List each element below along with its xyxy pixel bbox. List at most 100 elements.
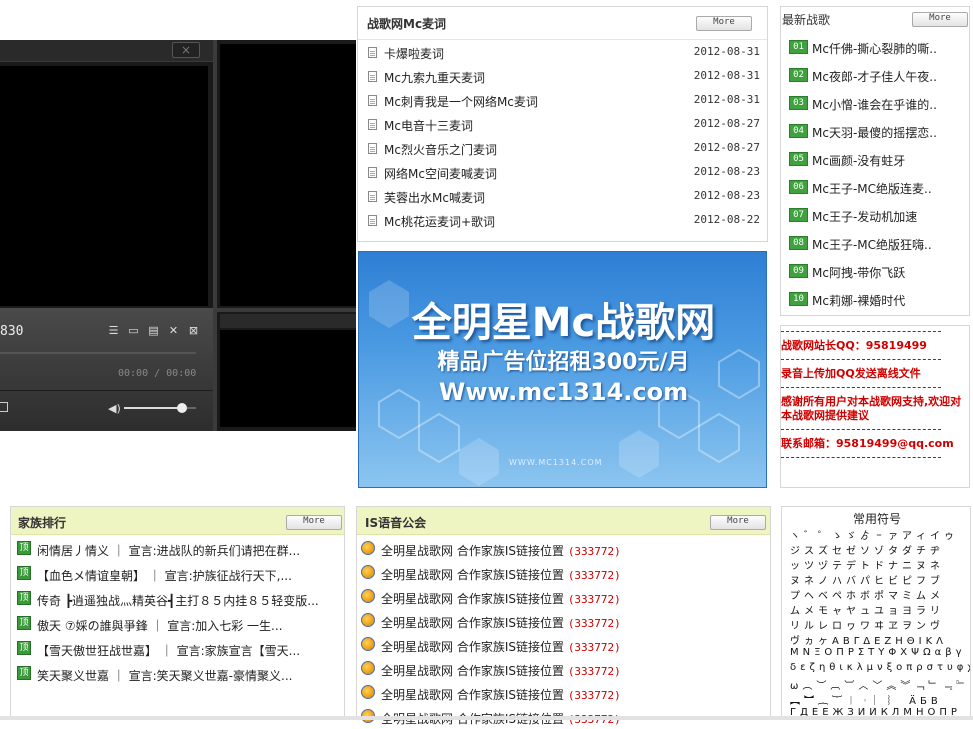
family-list-item[interactable]: 顶傲天 ⑦婇の誰與爭鋒 ｜ 宣言:加入七彩 一生... — [17, 612, 347, 637]
lyrics-list-item[interactable]: 卡爆啦麦词 2012-08-31 — [368, 41, 760, 65]
banner-url: Www.mc1314.com — [438, 378, 689, 406]
control-icons: ☰ ▭ ▤ ✕ ⊠ — [108, 325, 204, 339]
family-list-item[interactable]: 顶传奇 ┣逍遥独战灬精英谷┫主打８５内挂８５轻变版... — [17, 587, 347, 612]
family-item-text[interactable]: 【雪天傲世狂战世嘉】 ｜ 宣言:家族宣言【雪天... — [37, 642, 347, 659]
is-item-text[interactable]: 全明星战歌网 合作家族IS链接位置 (333772) — [381, 590, 621, 607]
latest-item-title[interactable]: Mc天羽-最傻的摇摆恋.. — [812, 124, 972, 141]
is-item-text[interactable]: 全明星战歌网 合作家族IS链接位置 (333772) — [381, 686, 621, 703]
lyrics-item-title[interactable]: Mc刺青我是一个网络Mc麦词 — [384, 93, 538, 110]
latest-list-item[interactable]: 06 Mc王子-MC绝版连麦.. — [789, 174, 969, 202]
exit-icon[interactable] — [0, 402, 8, 412]
lyrics-item-date: 2012-08-22 — [693, 213, 760, 226]
lyrics-item-date: 2012-08-31 — [693, 93, 760, 106]
is-list-item[interactable]: 全明星战歌网 合作家族IS链接位置 (333772) — [361, 609, 761, 633]
progress-track[interactable] — [0, 352, 196, 354]
latest-list-item[interactable]: 03 Mc小憎-谁会在乎谁的.. — [789, 90, 969, 118]
family-more-button[interactable]: More — [286, 515, 342, 530]
close-icon: × — [180, 43, 192, 57]
lyrics-list-item[interactable]: 网络Mc空间麦喊麦词 2012-08-23 — [368, 161, 760, 185]
tools-icon[interactable]: ✕ — [168, 325, 179, 336]
latest-more-button[interactable]: More — [912, 12, 968, 27]
latest-list-item[interactable]: 07 Mc王子-发动机加速 — [789, 202, 969, 230]
latest-item-title[interactable]: Mc莉娜-裸婚时代 — [812, 292, 972, 309]
latest-item-title[interactable]: Mc王子-发动机加速 — [812, 208, 972, 225]
contact-qq: 战歌网站长QQ：95819499 — [781, 339, 927, 352]
lyrics-list-item[interactable]: Mc电音十三麦词 2012-08-27 — [368, 113, 760, 137]
lyrics-item-title[interactable]: Mc桃花运麦词+歌词 — [384, 213, 495, 230]
family-item-text[interactable]: 傲天 ⑦婇の誰與爭鋒 ｜ 宣言:加入七彩 一生... — [37, 617, 347, 634]
latest-item-title[interactable]: Mc王子-MC绝版连麦.. — [812, 180, 972, 197]
is-list-item[interactable]: 全明星战歌网 合作家族IS链接位置 (333772) — [361, 585, 761, 609]
family-item-text[interactable]: 【血色メ情谊皇朝】 ｜ 宣言:护族征战行天下,... — [37, 567, 347, 584]
is-list-item[interactable]: 全明星战歌网 合作家族IS链接位置 (333772) — [361, 681, 761, 705]
is-item-text[interactable]: 全明星战歌网 合作家族IS链接位置 (333772) — [381, 662, 621, 679]
volume-knob[interactable] — [176, 403, 187, 413]
lyrics-item-title[interactable]: 网络Mc空间麦喊麦词 — [384, 165, 497, 182]
video-screen-bottom-right[interactable] — [220, 330, 356, 427]
lyrics-item-title[interactable]: Mc九索九重天麦词 — [384, 69, 485, 86]
document-icon[interactable]: ▤ — [148, 325, 159, 336]
latest-item-title[interactable]: Mc仟佛-撕心裂肺的嘶.. — [812, 40, 972, 57]
lyrics-item-title[interactable]: Mc电音十三麦词 — [384, 117, 473, 134]
latest-list-item[interactable]: 05 Mc画颜-没有蛀牙 — [789, 146, 969, 174]
latest-list-item[interactable]: 09 Mc阿拽-带你飞跃 — [789, 258, 969, 286]
playlist-icon[interactable]: ☰ — [108, 325, 119, 336]
lyrics-list-item[interactable]: Mc桃花运麦词+歌词 2012-08-22 — [368, 209, 760, 233]
is-item-code: (333772) — [567, 689, 621, 702]
screen-icon[interactable]: ▭ — [128, 325, 139, 336]
top-badge-icon: 顶 — [17, 591, 31, 605]
latest-item-title[interactable]: Mc夜郎-才子佳人午夜.. — [812, 68, 972, 85]
family-list-item[interactable]: 顶笑天聚义世嘉 ｜ 宣言:笑天聚义世嘉-豪情聚义... — [17, 662, 347, 687]
is-item-text[interactable]: 全明星战歌网 合作家族IS链接位置 (333772) — [381, 542, 621, 559]
rank-badge: 01 — [789, 40, 808, 54]
latest-list-item[interactable]: 10 Mc莉娜-裸婚时代 — [789, 286, 969, 314]
is-item-code: (333772) — [567, 569, 621, 582]
lyrics-list-item[interactable]: Mc刺青我是一个网络Mc麦词 2012-08-31 — [368, 89, 760, 113]
is-list-item[interactable]: 全明星战歌网 合作家族IS链接位置 (333772) — [361, 657, 761, 681]
family-list-item[interactable]: 顶【血色メ情谊皇朝】 ｜ 宣言:护族征战行天下,... — [17, 562, 347, 587]
latest-list-item[interactable]: 02 Mc夜郎-才子佳人午夜.. — [789, 62, 969, 90]
lyrics-item-title[interactable]: 卡爆啦麦词 — [384, 45, 444, 62]
is-list-item[interactable]: 全明星战歌网 合作家族IS链接位置 (333772) — [361, 537, 761, 561]
rank-badge: 08 — [789, 236, 808, 250]
lyrics-list-item[interactable]: 芙蓉出水Mc喊麦词 2012-08-23 — [368, 185, 760, 209]
volume-fill — [124, 407, 182, 409]
is-item-code: (333772) — [567, 593, 621, 606]
volume-icon[interactable]: ◀) — [108, 402, 121, 415]
family-item-text[interactable]: 传奇 ┣逍遥独战灬精英谷┫主打８５内挂８５轻变版... — [37, 592, 347, 609]
latest-list-item[interactable]: 08 Mc王子-MC绝版狂嗨.. — [789, 230, 969, 258]
family-item-text[interactable]: 笑天聚义世嘉 ｜ 宣言:笑天聚义世嘉-豪情聚义... — [37, 667, 347, 684]
is-item-text[interactable]: 全明星战歌网 合作家族IS链接位置 (333772) — [381, 614, 621, 631]
contact-thanks: 感谢所有用户对本战歌网支持,欢迎对本战歌网提供建议 — [781, 395, 962, 422]
video-screen-right[interactable] — [220, 44, 356, 306]
volume-slider[interactable] — [124, 403, 196, 413]
rank-badge: 09 — [789, 264, 808, 278]
lyrics-more-button[interactable]: More — [696, 16, 752, 31]
latest-item-title[interactable]: Mc阿拽-带你飞跃 — [812, 264, 972, 281]
latest-list-item[interactable]: 01 Mc仟佛-撕心裂肺的嘶.. — [789, 34, 969, 62]
latest-item-title[interactable]: Mc画颜-没有蛀牙 — [812, 152, 972, 169]
lyrics-list-item[interactable]: Mc烈火音乐之门麦词 2012-08-27 — [368, 137, 760, 161]
is-list-item[interactable]: 全明星战歌网 合作家族IS链接位置 (333772) — [361, 561, 761, 585]
fullscreen-icon[interactable]: ⊠ — [188, 325, 199, 336]
is-more-button[interactable]: More — [710, 515, 766, 530]
lyrics-item-title[interactable]: Mc烈火音乐之门麦词 — [384, 141, 497, 158]
family-item-text[interactable]: 闲情居丿情义 ｜ 宣言:进战队的新兵们请把在群... — [37, 542, 347, 559]
ad-banner[interactable]: 全明星Mc战歌网 精品广告位招租300元/月 Www.mc1314.com WW… — [358, 251, 767, 488]
family-list-item[interactable]: 顶闲情居丿情义 ｜ 宣言:进战队的新兵们请把在群... — [17, 537, 347, 562]
latest-item-title[interactable]: Mc小憎-谁会在乎谁的.. — [812, 96, 972, 113]
lyrics-item-date: 2012-08-23 — [693, 165, 760, 178]
lyrics-item-title[interactable]: 芙蓉出水Mc喊麦词 — [384, 189, 485, 206]
video-screen-left[interactable] — [0, 66, 208, 306]
is-list-item[interactable]: 全明星战歌网 合作家族IS链接位置 (333772) — [361, 633, 761, 657]
bottom-rule — [0, 716, 973, 720]
close-button[interactable]: × — [172, 42, 200, 58]
is-item-text[interactable]: 全明星战歌网 合作家族IS链接位置 (333772) — [381, 638, 621, 655]
lyrics-list-item[interactable]: Mc九索九重天麦词 2012-08-31 — [368, 65, 760, 89]
rank-badge: 06 — [789, 180, 808, 194]
family-list-item[interactable]: 顶【雪天傲世狂战世嘉】 ｜ 宣言:家族宣言【雪天... — [17, 637, 347, 662]
top-badge-icon: 顶 — [17, 566, 31, 580]
is-item-text[interactable]: 全明星战歌网 合作家族IS链接位置 (333772) — [381, 566, 621, 583]
latest-list-item[interactable]: 04 Mc天羽-最傻的摇摆恋.. — [789, 118, 969, 146]
latest-item-title[interactable]: Mc王子-MC绝版狂嗨.. — [812, 236, 972, 253]
